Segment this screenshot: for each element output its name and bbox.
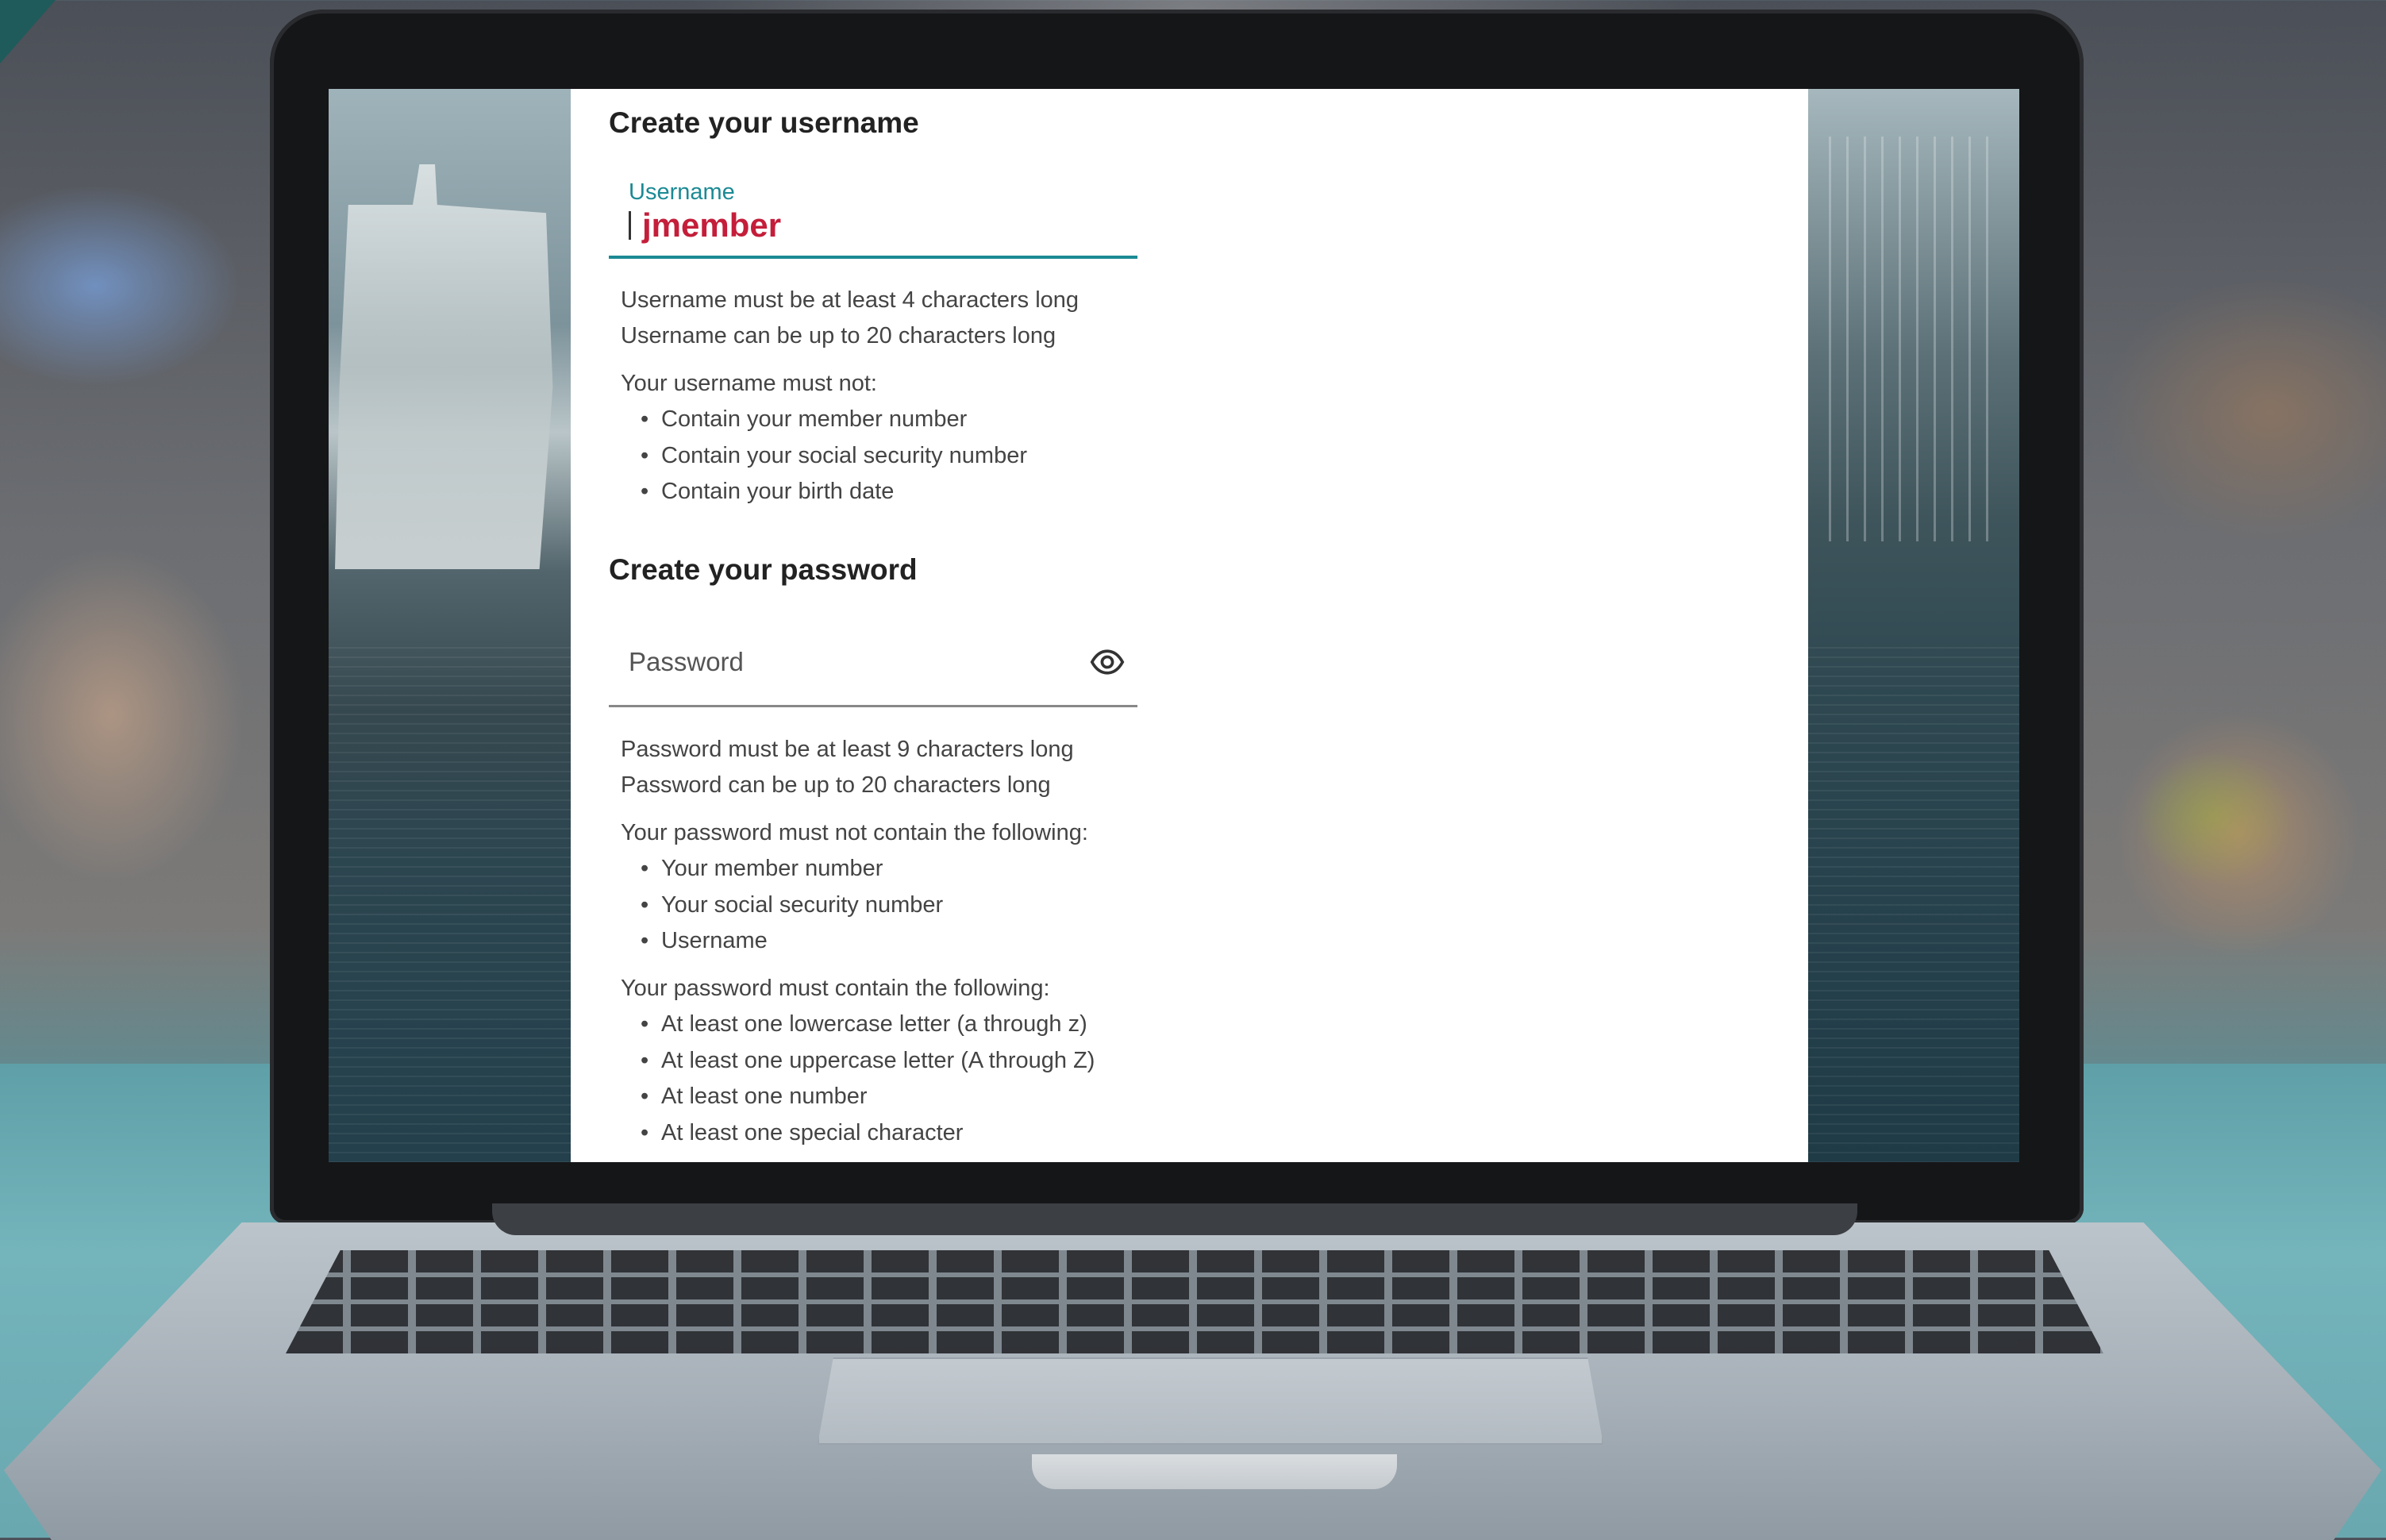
text-caret [629, 211, 631, 240]
list-item: Contain your member number [641, 402, 1027, 438]
password-input[interactable]: Password [629, 647, 744, 677]
list-item: Contain your birth date [641, 474, 1027, 510]
password-must-heading: Your password must contain the following… [621, 976, 1050, 1001]
password-rule-max: Password can be up to 20 characters long [621, 772, 1051, 798]
password-rule-min: Password must be at least 9 characters l… [621, 737, 1074, 762]
username-value: jmember [642, 206, 782, 244]
username-label: Username [629, 179, 735, 205]
list-item: At least one uppercase letter (A through… [641, 1043, 1095, 1080]
username-heading: Create your username [609, 106, 919, 139]
list-item: At least one special character [641, 1115, 1095, 1152]
password-underline [609, 705, 1137, 707]
registration-form: Create your username Username jmember Us… [571, 89, 1808, 1162]
password-must-not-list: Your member number Your social security … [641, 851, 943, 960]
username-rule-max: Username can be up to 20 characters long [621, 323, 1056, 348]
laptop-trackpad [818, 1357, 1603, 1445]
username-must-not-heading: Your username must not: [621, 371, 877, 396]
harbor-photo-left [329, 89, 571, 1162]
corner-accent [0, 0, 56, 64]
list-item: Username [641, 923, 943, 960]
laptop-hinge [492, 1203, 1857, 1235]
laptop-front-notch [1032, 1454, 1397, 1489]
laptop-screen: Create your username Username jmember Us… [329, 89, 2019, 1162]
water-texture [1808, 647, 2019, 1162]
list-item: At least one number [641, 1079, 1095, 1115]
password-must-list: At least one lowercase letter (a through… [641, 1007, 1095, 1151]
list-item: Contain your social security number [641, 438, 1027, 475]
eye-icon[interactable] [1090, 645, 1125, 680]
username-must-not-list: Contain your member number Contain your … [641, 402, 1027, 510]
list-item: Your social security number [641, 887, 943, 924]
password-must-not-heading: Your password must not contain the follo… [621, 820, 1088, 845]
list-item: Your member number [641, 851, 943, 887]
username-input[interactable]: jmember [629, 206, 781, 244]
laptop-keyboard [286, 1250, 2103, 1353]
username-underline [609, 256, 1137, 259]
harbor-photo-right [1808, 89, 2019, 1162]
username-rule-min: Username must be at least 4 characters l… [621, 287, 1079, 313]
fishing-boats-image [1829, 137, 2003, 541]
list-item: At least one lowercase letter (a through… [641, 1007, 1095, 1043]
water-texture [329, 647, 571, 1162]
ferry-boat-image [335, 164, 553, 569]
password-heading: Create your password [609, 553, 918, 586]
